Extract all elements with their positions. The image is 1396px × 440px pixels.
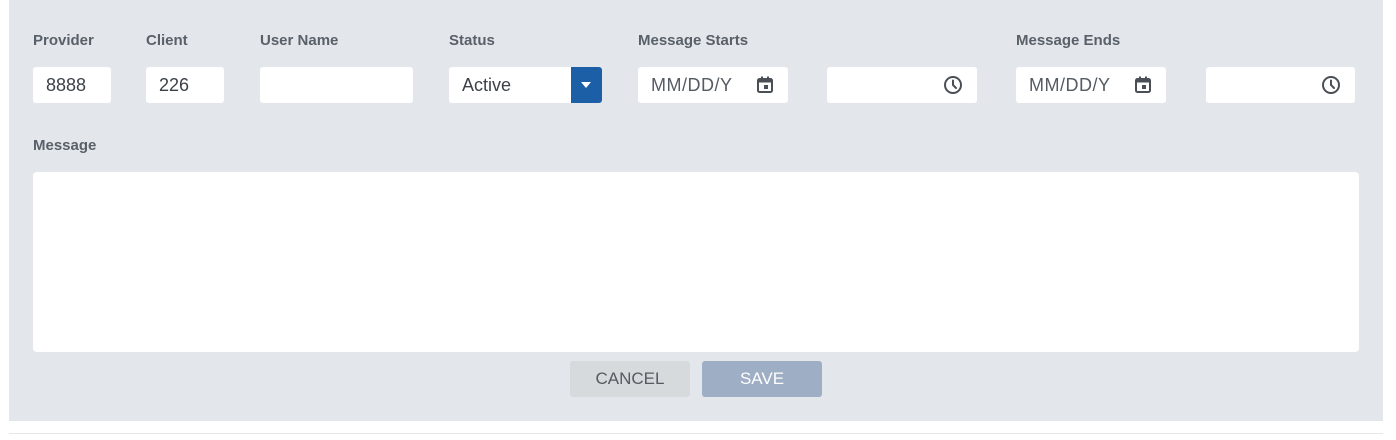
save-button[interactable]: SAVE <box>702 361 822 397</box>
client-value: 226 <box>159 75 190 95</box>
provider-label: Provider <box>33 32 94 49</box>
clock-icon[interactable] <box>943 75 963 95</box>
status-dropdown-button[interactable] <box>571 67 602 103</box>
chevron-down-icon <box>581 82 591 88</box>
start-time-field[interactable] <box>827 67 977 103</box>
start-date-placeholder: MM/DD/Y <box>651 75 733 95</box>
cancel-button[interactable]: CANCEL <box>570 361 690 397</box>
provider-field[interactable]: 8888 <box>33 67 111 103</box>
end-time-field[interactable] <box>1206 67 1355 103</box>
status-select[interactable]: Active <box>449 67 602 103</box>
start-date-field[interactable]: MM/DD/Y <box>638 67 788 103</box>
status-label: Status <box>449 32 495 49</box>
message-label: Message <box>33 137 97 154</box>
calendar-icon[interactable] <box>755 75 775 95</box>
message-starts-label: Message Starts <box>638 32 749 49</box>
user-name-field[interactable] <box>260 67 413 103</box>
provider-value: 8888 <box>46 75 87 95</box>
message-ends-label: Message Ends <box>1016 32 1121 49</box>
status-value: Active <box>462 75 512 95</box>
end-date-field[interactable]: MM/DD/Y <box>1016 67 1166 103</box>
client-field[interactable]: 226 <box>146 67 224 103</box>
clock-icon[interactable] <box>1321 75 1341 95</box>
message-textarea[interactable] <box>33 172 1359 352</box>
bottom-divider <box>9 433 1383 434</box>
user-name-label: User Name <box>260 32 339 49</box>
client-label: Client <box>146 32 188 49</box>
calendar-icon[interactable] <box>1133 75 1153 95</box>
end-date-placeholder: MM/DD/Y <box>1029 75 1111 95</box>
